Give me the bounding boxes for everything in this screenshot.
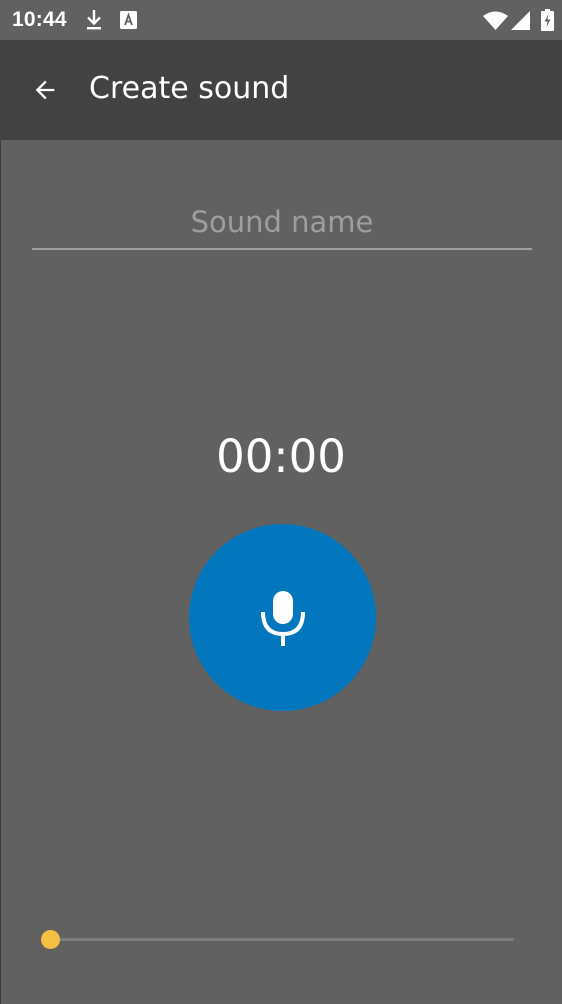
wifi-icon — [483, 11, 508, 30]
back-button[interactable] — [18, 66, 72, 114]
sound-name-field[interactable] — [32, 196, 532, 250]
record-button[interactable] — [189, 524, 376, 711]
download-icon — [87, 10, 101, 30]
arrow-back-icon — [35, 80, 55, 100]
font-a-icon — [120, 11, 137, 29]
seekbar-track[interactable] — [51, 938, 514, 941]
recording-timer: 00:00 — [216, 430, 346, 483]
status-bar: 10:44 — [0, 0, 562, 40]
battery-charging-icon — [541, 9, 554, 31]
seekbar-thumb[interactable] — [41, 930, 60, 949]
screen-edge — [0, 0, 1, 1004]
microphone-icon — [260, 590, 305, 646]
status-time: 10:44 — [12, 8, 67, 31]
sound-name-input[interactable] — [32, 196, 532, 248]
signal-icon — [511, 11, 530, 30]
app-bar: Create sound — [0, 40, 562, 140]
page-title: Create sound — [89, 71, 290, 106]
